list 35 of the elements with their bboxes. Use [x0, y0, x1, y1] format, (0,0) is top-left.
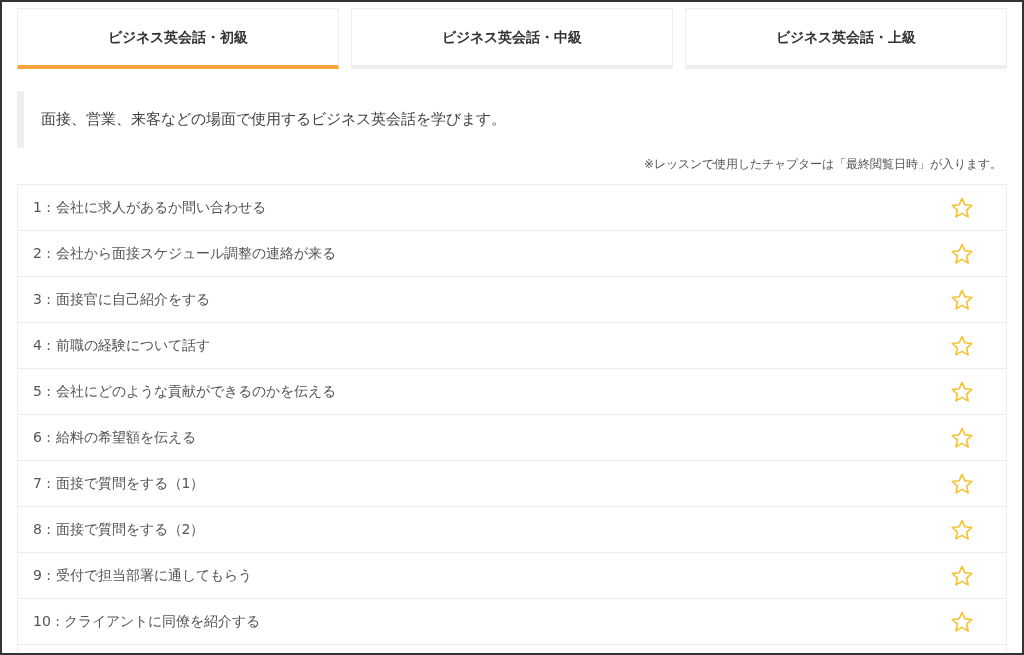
chapter-row[interactable]: 2 : 会社から面接スケジュール調整の連絡が来る	[18, 231, 1006, 277]
chapter-title: 10 : クライアントに同僚を紹介する	[33, 612, 261, 631]
note-text: ※レッスンで使用したチャプターは「最終閲覧日時」が入ります。	[643, 155, 1002, 173]
course-description: 面接、営業、来客などの場面で使用するビジネス英会話を学びます。	[41, 109, 506, 131]
level-tab[interactable]: ビジネス英会話・中級	[351, 8, 673, 69]
level-tab[interactable]: ビジネス英会話・初級	[17, 8, 339, 69]
star-icon[interactable]	[950, 287, 974, 312]
chapter-row[interactable]: 1 : 会社に求人があるか問い合わせる	[18, 185, 1006, 231]
chapter-row[interactable]: 10 : クライアントに同僚を紹介する	[18, 599, 1006, 645]
chapter-title: 5 : 会社にどのような貢献ができるのかを伝える	[33, 382, 336, 401]
chapter-row[interactable]: 4 : 前職の経験について話す	[18, 323, 1006, 369]
chapter-row[interactable]: 6 : 給料の希望額を伝える	[18, 415, 1006, 461]
chapter-title: 1 : 会社に求人があるか問い合わせる	[33, 198, 266, 217]
chapter-row[interactable]: 8 : 面接で質問をする（2）	[18, 507, 1006, 553]
chapter-title: 4 : 前職の経験について話す	[33, 336, 210, 355]
level-tab[interactable]: ビジネス英会話・上級	[685, 8, 1007, 69]
chapter-title: 3 : 面接官に自己紹介をする	[33, 290, 210, 309]
chapter-title: 8 : 面接で質問をする（2）	[33, 520, 205, 539]
chapter-row[interactable]: 3 : 面接官に自己紹介をする	[18, 277, 1006, 323]
star-icon[interactable]	[950, 609, 974, 634]
chapter-row[interactable]: 7 : 面接で質問をする（1）	[18, 461, 1006, 507]
star-icon[interactable]	[950, 195, 974, 220]
star-icon[interactable]	[950, 517, 974, 542]
star-icon[interactable]	[950, 333, 974, 358]
star-icon[interactable]	[950, 379, 974, 404]
chapter-title: 6 : 給料の希望額を伝える	[33, 428, 196, 447]
chapter-row[interactable]: 9 : 受付で担当部署に通してもらう	[18, 553, 1006, 599]
chapter-title: 2 : 会社から面接スケジュール調整の連絡が来る	[33, 244, 336, 263]
star-icon[interactable]	[950, 471, 974, 496]
chapter-row[interactable]: 5 : 会社にどのような貢献ができるのかを伝える	[18, 369, 1006, 415]
star-icon[interactable]	[950, 425, 974, 450]
chapter-title: 7 : 面接で質問をする（1）	[33, 474, 205, 493]
chapter-title: 9 : 受付で担当部署に通してもらう	[33, 566, 252, 585]
star-icon[interactable]	[950, 241, 974, 266]
star-icon[interactable]	[950, 563, 974, 588]
